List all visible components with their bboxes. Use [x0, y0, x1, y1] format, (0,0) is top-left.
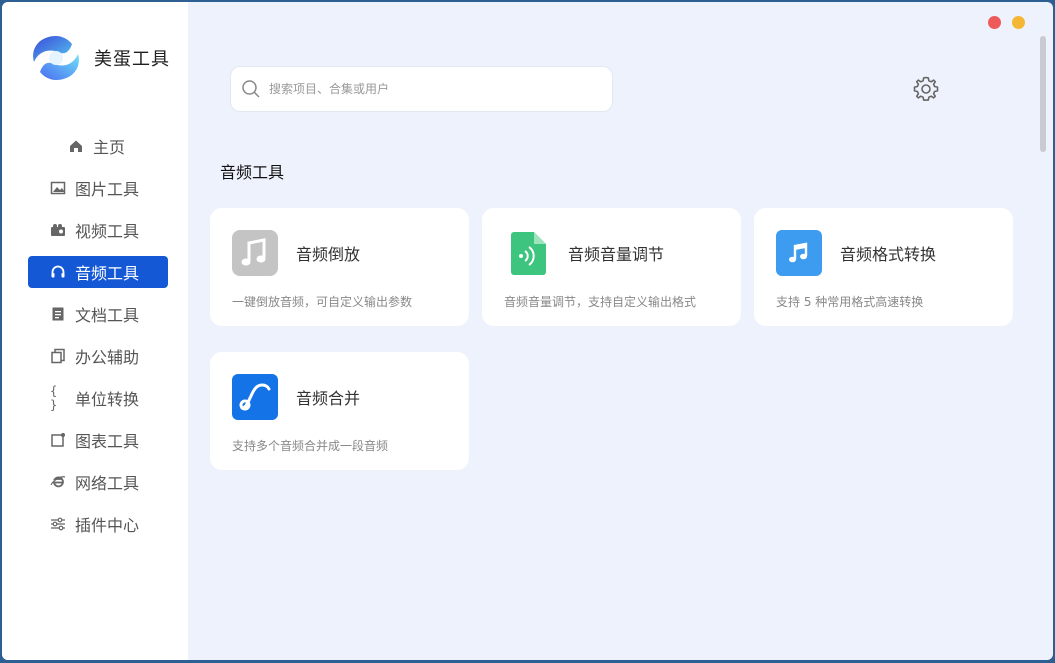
music-convert-icon — [776, 230, 822, 276]
sidebar-item-video-tools[interactable]: 视频工具 — [28, 214, 168, 246]
card-title: 音频合并 — [296, 389, 361, 408]
card-title: 音频格式转换 — [840, 245, 937, 264]
sidebar-item-image-tools[interactable]: 图片工具 — [28, 172, 168, 204]
close-button[interactable] — [988, 16, 1001, 29]
card-description: 音频音量调节，支持自定义输出格式 — [504, 295, 697, 309]
image-icon — [50, 180, 66, 196]
wave-icon — [232, 374, 278, 420]
sidebar-item-label: 文档工具 — [75, 306, 140, 325]
music-note-icon — [232, 230, 278, 276]
sliders-icon — [50, 516, 66, 532]
sidebar-item-label: 单位转换 — [75, 390, 140, 409]
video-icon — [50, 222, 66, 238]
section-title: 音频工具 — [220, 163, 285, 182]
sidebar-item-label: 办公辅助 — [75, 348, 140, 367]
brand: 美蛋工具 — [26, 32, 170, 84]
scrollbar-thumb[interactable] — [1040, 36, 1046, 152]
sidebar-item-label: 视频工具 — [75, 222, 140, 241]
document-icon — [50, 306, 66, 322]
sidebar: 美蛋工具 主页 图片工具 视频工具 音频工具 文档工具 办公辅助 {} 单位转… — [2, 2, 188, 660]
card-description: 一键倒放音频，可自定义输出参数 — [232, 295, 413, 309]
sidebar-item-document-tools[interactable]: 文档工具 — [28, 298, 168, 330]
sidebar-item-label: 图表工具 — [75, 432, 140, 451]
app-name: 美蛋工具 — [94, 49, 170, 70]
app-window: 美蛋工具 主页 图片工具 视频工具 音频工具 文档工具 办公辅助 {} 单位转… — [2, 2, 1053, 660]
sidebar-item-network-tools[interactable]: 网络工具 — [28, 466, 168, 498]
browser-icon — [50, 474, 66, 490]
tool-card-audio-reverse[interactable]: 音频倒放 一键倒放音频，可自定义输出参数 — [210, 208, 469, 326]
chart-icon — [50, 432, 66, 448]
card-description: 支持 5 种常用格式高速转换 — [776, 295, 924, 309]
app-logo — [33, 36, 79, 80]
sidebar-item-label: 音频工具 — [75, 264, 140, 283]
sidebar-item-label: 网络工具 — [75, 474, 140, 493]
card-title: 音频倒放 — [296, 245, 361, 264]
sidebar-item-chart-tools[interactable]: 图表工具 — [28, 424, 168, 456]
sidebar-item-plugin-center[interactable]: 插件中心 — [28, 508, 168, 540]
sidebar-item-label: 图片工具 — [75, 180, 140, 199]
sidebar-item-label: 插件中心 — [75, 516, 140, 535]
sidebar-item-label: 主页 — [93, 138, 126, 157]
sidebar-nav: 主页 图片工具 视频工具 音频工具 文档工具 办公辅助 {} 单位转换 图表工… — [28, 130, 168, 550]
headphones-icon — [50, 264, 66, 280]
tool-card-audio-merge[interactable]: 音频合并 支持多个音频合并成一段音频 — [210, 352, 469, 470]
tool-card-volume-adjust[interactable]: 音频音量调节 音频音量调节，支持自定义输出格式 — [482, 208, 741, 326]
search-bar — [230, 66, 613, 112]
copy-icon — [50, 348, 66, 364]
sidebar-item-unit-convert[interactable]: { } 单位转换 — [28, 382, 168, 414]
braces-icon: { } — [50, 384, 58, 412]
search-input[interactable] — [269, 82, 589, 96]
sidebar-item-office-assist[interactable]: 办公辅助 — [28, 340, 168, 372]
sidebar-item-home[interactable]: 主页 — [28, 130, 168, 162]
card-title: 音频音量调节 — [568, 245, 665, 264]
search-icon — [242, 80, 260, 98]
minimize-button[interactable] — [1012, 16, 1025, 29]
card-description: 支持多个音频合并成一段音频 — [232, 439, 389, 453]
settings-gear-icon[interactable] — [912, 75, 940, 103]
tool-card-format-convert[interactable]: 音频格式转换 支持 5 种常用格式高速转换 — [754, 208, 1013, 326]
audio-file-icon — [511, 232, 546, 275]
home-icon — [68, 138, 84, 154]
sidebar-item-audio-tools[interactable]: 音频工具 — [28, 256, 168, 288]
